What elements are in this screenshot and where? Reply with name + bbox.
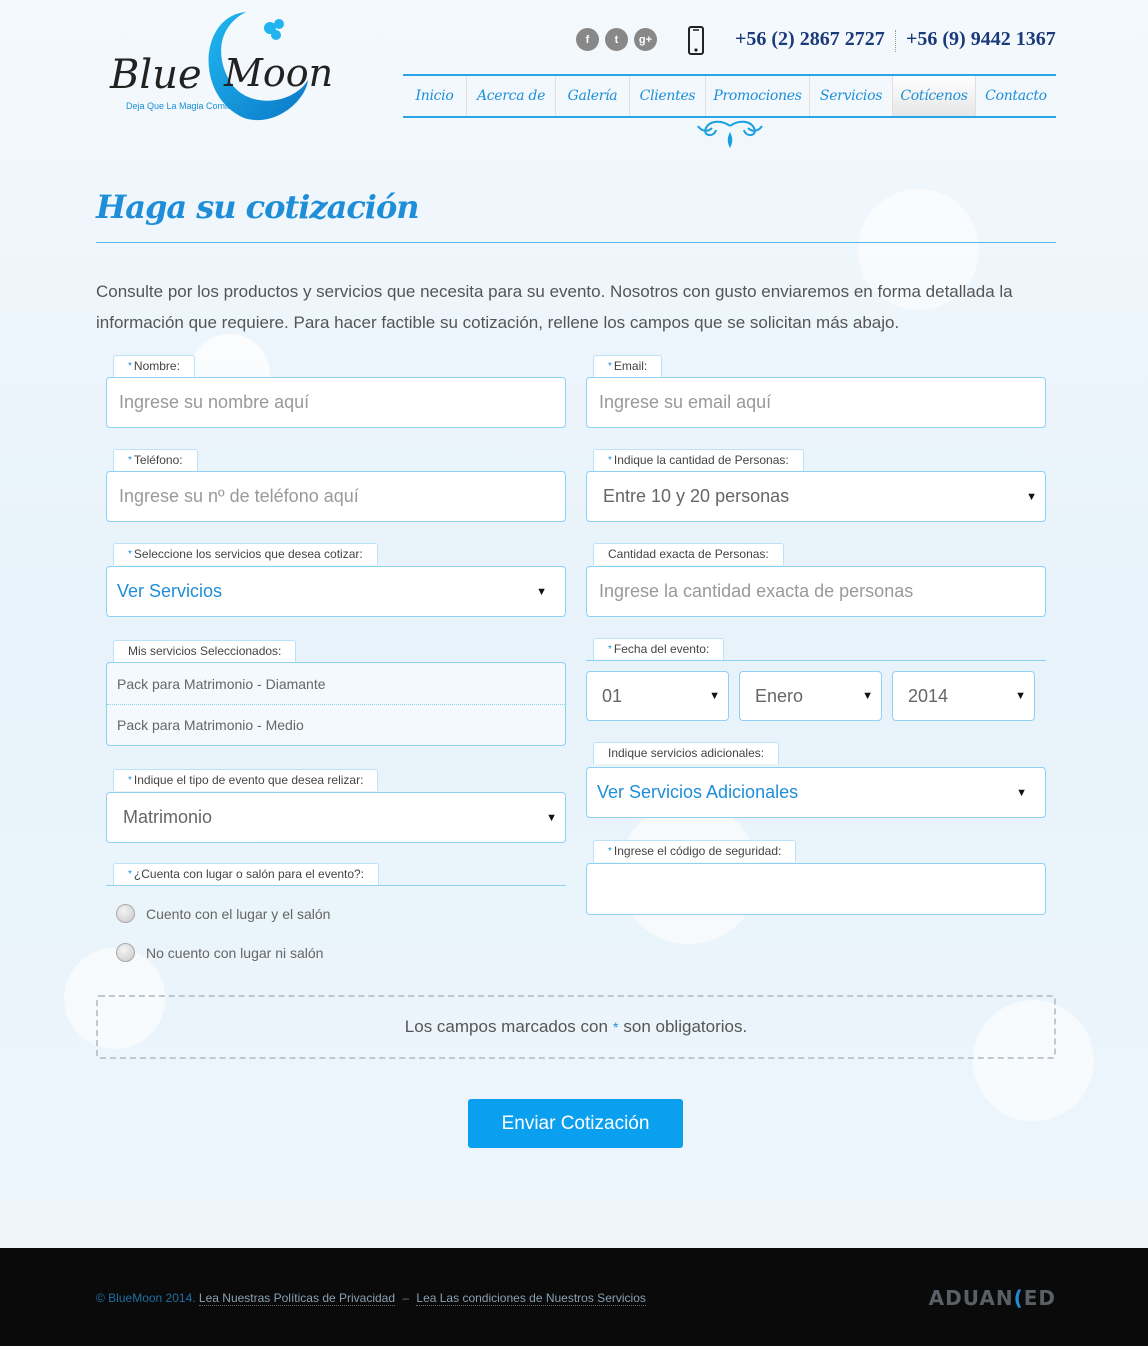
codigo-label: * Ingrese el código de seguridad: [593, 840, 797, 862]
lugar-divider [106, 885, 566, 886]
fecha-year-select[interactable]: 2014 ▼ [892, 671, 1035, 721]
footer: © BlueMoon 2014. Lea Nuestras Políticas … [0, 1248, 1148, 1346]
privacy-link[interactable]: Lea Nuestras Políticas de Privacidad [198, 1291, 396, 1306]
chevron-down-icon: ▼ [1016, 786, 1027, 799]
page: Blue Moon Deja Que La Magia Comience f t… [0, 0, 1148, 1346]
nombre-label: * Nombre: [113, 355, 195, 377]
phone-number-mobile: +56 (9) 9442 1367 [906, 28, 1056, 50]
radio-button[interactable] [116, 904, 135, 923]
nav-item-clientes[interactable]: Clientes [630, 76, 706, 116]
radio-label: Cuento con el lugar y el salón [146, 905, 331, 922]
twitter-icon[interactable]: t [605, 28, 628, 51]
seleccionados-label: Mis servicios Seleccionados: [113, 640, 297, 662]
footer-separator: – [402, 1291, 410, 1305]
google-plus-icon[interactable]: g+ [634, 28, 657, 51]
facebook-icon[interactable]: f [576, 28, 599, 51]
required-notice: Los campos marcados con * son obligatorios… [96, 995, 1056, 1059]
lugar-label: * ¿Cuenta con lugar o salón para el event… [113, 863, 380, 885]
nombre-input[interactable]: Ingrese su nombre aquí [106, 377, 566, 428]
svg-text:Blue: Blue [109, 52, 202, 98]
radio-label: No cuento con lugar ni salón [146, 944, 324, 961]
chevron-down-icon: ▼ [536, 585, 547, 598]
fecha-month-select[interactable]: Enero ▼ [739, 671, 882, 721]
phone-number-landline: +56 (2) 2867 2727 [735, 28, 885, 50]
logo-graphic: Blue Moon Deja Que La Magia Comience [109, 12, 333, 121]
ornament-icon [694, 118, 766, 152]
phone-separator [895, 30, 896, 52]
nav-item-coticenos[interactable]: Cotícenos [893, 76, 976, 116]
svg-text:Deja Que La Magia Comience: Deja Que La Magia Comience [126, 101, 247, 111]
nav-item-promociones[interactable]: Promociones [706, 76, 810, 116]
nav-item-acerca-de[interactable]: Acerca de [467, 76, 556, 116]
telefono-label: * Teléfono: [113, 449, 198, 471]
telefono-input[interactable]: Ingrese su nº de teléfono aquí [106, 471, 566, 522]
servicios-select[interactable]: Ver Servicios ▼ [106, 566, 566, 617]
page-title: Haga su cotización [96, 188, 420, 226]
fecha-label: * Fecha del evento: [593, 638, 725, 660]
nav-item-servicios[interactable]: Servicios [810, 76, 893, 116]
adicionales-label: Indique servicios adicionales: [593, 742, 780, 764]
personas-select[interactable]: Entre 10 y 20 personas ▼ [586, 471, 1046, 522]
fecha-day-select[interactable]: 01 ▼ [586, 671, 729, 721]
chevron-down-icon: ▼ [1015, 690, 1026, 702]
lugar-option-si[interactable]: Cuento con el lugar y el salón [116, 904, 330, 923]
list-item[interactable]: Pack para Matrimonio - Diamante [107, 663, 565, 704]
email-label: * Email: [593, 355, 663, 377]
fecha-divider [586, 660, 1046, 661]
chevron-down-icon: ▼ [862, 690, 873, 702]
nav-item-galeria[interactable]: Galería [556, 76, 630, 116]
tipo-evento-label: * Indique el tipo de evento que desea rel… [113, 769, 379, 791]
servicios-label: * Seleccione los servicios que desea coti… [113, 543, 378, 565]
advanced-logo[interactable]: ADUAN(ED [929, 1286, 1056, 1310]
submit-button[interactable]: Enviar Cotización [468, 1099, 683, 1148]
codigo-input[interactable] [586, 863, 1046, 915]
copyright: © BlueMoon 2014. [96, 1291, 196, 1305]
intro-text: Consulte por los productos y servicios q… [96, 282, 1013, 332]
list-item[interactable]: Pack para Matrimonio - Medio [107, 704, 565, 745]
title-divider [96, 242, 1056, 243]
chevron-down-icon: ▼ [546, 811, 557, 824]
footer-text: © BlueMoon 2014. Lea Nuestras Políticas … [96, 1291, 646, 1306]
bluemoon-logo[interactable]: Blue Moon Deja Que La Magia Comience [104, 8, 338, 122]
adicionales-select[interactable]: Ver Servicios Adicionales ▼ [586, 767, 1046, 818]
lugar-option-no[interactable]: No cuento con lugar ni salón [116, 943, 323, 962]
terms-link[interactable]: Lea Las condiciones de Nuestros Servicio… [416, 1291, 646, 1306]
selected-services-list: Pack para Matrimonio - Diamante Pack par… [106, 662, 566, 746]
main-nav: Inicio Acerca de Galería Clientes Promoc… [403, 74, 1056, 118]
cantidad-exacta-input[interactable]: Ingrese la cantidad exacta de personas [586, 566, 1046, 617]
social-links: f t g+ [576, 28, 657, 51]
radio-button[interactable] [116, 943, 135, 962]
email-input[interactable]: Ingrese su email aquí [586, 377, 1046, 428]
cantidad-exacta-label: Cantidad exacta de Personas: [593, 543, 784, 565]
chevron-down-icon: ▼ [1026, 490, 1037, 503]
nav-item-inicio[interactable]: Inicio [403, 76, 467, 116]
personas-label: * Indique la cantidad de Personas: [593, 449, 804, 471]
svg-text:Moon: Moon [223, 51, 333, 95]
chevron-down-icon: ▼ [709, 690, 720, 702]
tipo-evento-select[interactable]: Matrimonio ▼ [106, 792, 566, 843]
nav-item-contacto[interactable]: Contacto [976, 76, 1056, 116]
mobile-phone-icon [686, 26, 706, 56]
